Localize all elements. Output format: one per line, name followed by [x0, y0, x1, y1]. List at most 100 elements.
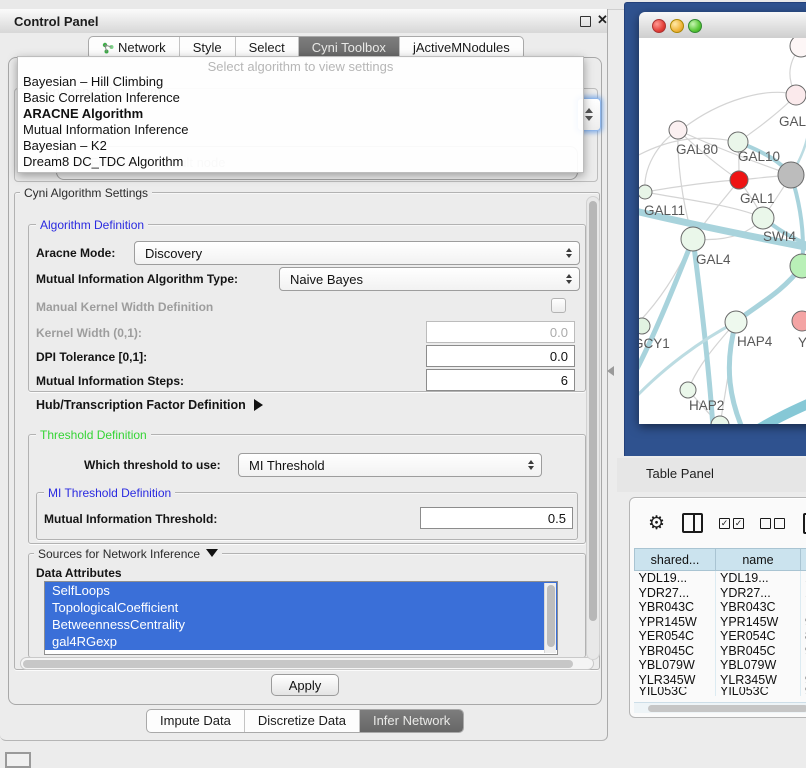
network-node[interactable]	[730, 171, 748, 189]
network-node[interactable]	[778, 162, 804, 188]
scrollbar-thumb[interactable]	[23, 660, 573, 668]
table-row[interactable]: YBR043CYBR043C	[635, 600, 806, 615]
table-cell: 9.	[801, 673, 806, 688]
network-window-titlebar[interactable]	[639, 12, 806, 39]
table-cell: 13	[801, 571, 806, 586]
gear-icon[interactable]: ⚙	[648, 512, 665, 535]
network-node[interactable]	[681, 227, 705, 251]
network-edge[interactable]	[736, 266, 802, 322]
deselect-all-icon[interactable]	[760, 518, 785, 529]
select-all-icon[interactable]: ✓✓	[719, 518, 744, 529]
floating-panel-icon[interactable]	[5, 752, 31, 768]
tab-discretize-data[interactable]: Discretize Data	[244, 710, 359, 732]
scrollbar-thumb[interactable]	[648, 705, 806, 712]
which-threshold-label: Which threshold to use:	[84, 458, 221, 472]
tab-impute-data[interactable]: Impute Data	[147, 710, 244, 732]
node-table[interactable]: shared...name YDL19...YDL19...13YDR27...…	[634, 548, 806, 696]
network-node[interactable]	[669, 121, 687, 139]
combo-arrows-icon	[563, 242, 575, 264]
table-column-header[interactable]	[801, 549, 806, 571]
float-window-icon[interactable]	[580, 16, 591, 27]
network-node-label: GAL11	[644, 203, 685, 218]
close-icon[interactable]: ✕	[597, 14, 608, 25]
dpi-tolerance-label: DPI Tolerance [0,1]:	[36, 350, 147, 364]
table-panel: ⚙ ✓✓ shared...name YDL19...YDL19...13YDR…	[629, 497, 806, 718]
mi-threshold-input[interactable]: 0.5	[420, 507, 573, 529]
network-canvas[interactable]: GALGAL80GAL10GAL11GAL1SWI4GAL4GCY1HAP4YH…	[639, 38, 806, 424]
algorithm-option[interactable]: Bayesian – K2	[18, 138, 583, 154]
zoom-traffic-light-icon[interactable]	[688, 19, 702, 33]
network-node[interactable]	[786, 85, 806, 105]
table-horizontal-scrollbar[interactable]	[634, 702, 806, 713]
scrollbar-thumb[interactable]	[547, 585, 555, 647]
table-row[interactable]: YIL053CYIL053C9	[635, 687, 806, 696]
algorithm-option[interactable]: Mutual Information Inference	[18, 122, 583, 138]
scrollbar-thumb[interactable]	[589, 201, 597, 621]
network-node[interactable]	[790, 38, 806, 57]
network-node[interactable]	[792, 311, 806, 331]
table-toolbar: ⚙ ✓✓	[630, 498, 806, 548]
network-node[interactable]	[639, 185, 652, 199]
network-edge[interactable]	[639, 239, 693, 326]
tab-infer-network[interactable]: Infer Network	[359, 710, 463, 732]
algorithm-option[interactable]: ARACNE Algorithm	[18, 106, 583, 122]
table-cell: YBL079W	[635, 658, 716, 673]
data-attributes-list[interactable]: SelfLoopsTopologicalCoefficientBetweenne…	[44, 581, 558, 655]
mi-type-combo[interactable]: Naive Bayes	[279, 267, 580, 291]
table-cell: YBR043C	[635, 600, 716, 615]
checked-box-icon: ✓	[733, 518, 744, 529]
attribute-item-selected[interactable]: gal4RGexp	[45, 633, 557, 650]
attribute-item-selected[interactable]: BetweennessCentrality	[45, 616, 557, 633]
which-threshold-combo[interactable]: MI Threshold	[238, 453, 542, 477]
attribute-item-selected[interactable]: TopologicalCoefficient	[45, 599, 557, 616]
aracne-mode-combo[interactable]: Discovery	[134, 241, 580, 265]
table-column-header[interactable]: name	[716, 549, 801, 571]
algorithm-option[interactable]: Bayesian – Hill Climbing	[18, 74, 583, 90]
mi-steps-input[interactable]: 6	[426, 369, 575, 391]
network-edge[interactable]	[757, 400, 806, 424]
network-node[interactable]	[639, 318, 650, 334]
table-cell: YIL053C	[716, 687, 801, 696]
table-column-header[interactable]: shared...	[635, 549, 716, 571]
columns-icon[interactable]	[682, 513, 703, 533]
network-edge[interactable]	[645, 130, 678, 192]
algorithm-option[interactable]: Dream8 DC_TDC Algorithm	[18, 154, 583, 170]
combo-arrows-icon	[563, 268, 575, 290]
table-body: YDL19...YDL19...13YDR27...YDR27...12YBR0…	[635, 571, 806, 697]
table-row[interactable]: YPR145WYPR145W9.	[635, 615, 806, 630]
table-row[interactable]: YLR345WYLR345W9.	[635, 673, 806, 688]
unchecked-box-icon	[760, 518, 771, 529]
network-node[interactable]	[680, 382, 696, 398]
attribute-item-selected[interactable]: SelfLoops	[45, 582, 557, 599]
panel-vertical-scrollbar[interactable]	[586, 196, 600, 660]
list-vertical-scrollbar[interactable]	[544, 583, 556, 653]
panel-resize-handle[interactable]	[607, 366, 614, 376]
table-row[interactable]: YBR045CYBR045C9.	[635, 644, 806, 659]
close-traffic-light-icon[interactable]	[652, 19, 666, 33]
manual-kernel-label: Manual Kernel Width Definition	[36, 300, 213, 314]
network-edge[interactable]	[639, 239, 693, 380]
attr-items: SelfLoopsTopologicalCoefficientBetweenne…	[45, 582, 557, 650]
which-threshold-value: MI Threshold	[249, 458, 325, 473]
network-node[interactable]	[725, 311, 747, 333]
hub-definition-toggle[interactable]: Hub/Transcription Factor Definition	[36, 398, 263, 412]
table-row[interactable]: YER054CYER054C8.	[635, 629, 806, 644]
network-edge[interactable]	[791, 175, 803, 266]
horizontal-scrollbar[interactable]	[20, 657, 594, 670]
algorithm-option[interactable]: Basic Correlation Inference	[18, 90, 583, 106]
table-row[interactable]: YDL19...YDL19...13	[635, 571, 806, 586]
minimize-traffic-light-icon[interactable]	[670, 19, 684, 33]
table-row[interactable]: YDR27...YDR27...12	[635, 586, 806, 601]
table-cell: YPR145W	[716, 615, 801, 630]
network-edge[interactable]	[645, 180, 739, 192]
control-panel-titlebar: Control Panel ✕	[0, 9, 608, 34]
sources-title[interactable]: Sources for Network Inference	[34, 547, 222, 561]
network-node-label: GAL80	[676, 142, 718, 157]
manual-kernel-checkbox[interactable]	[551, 298, 566, 313]
apply-button[interactable]: Apply	[271, 674, 339, 696]
table-row[interactable]: YBL079WYBL079W	[635, 658, 806, 673]
kernel-width-input[interactable]: 0.0	[426, 321, 575, 343]
dpi-tolerance-input[interactable]: 0.0	[426, 345, 575, 367]
threshold-definition-title: Threshold Definition	[36, 428, 151, 442]
network-node[interactable]	[752, 207, 774, 229]
